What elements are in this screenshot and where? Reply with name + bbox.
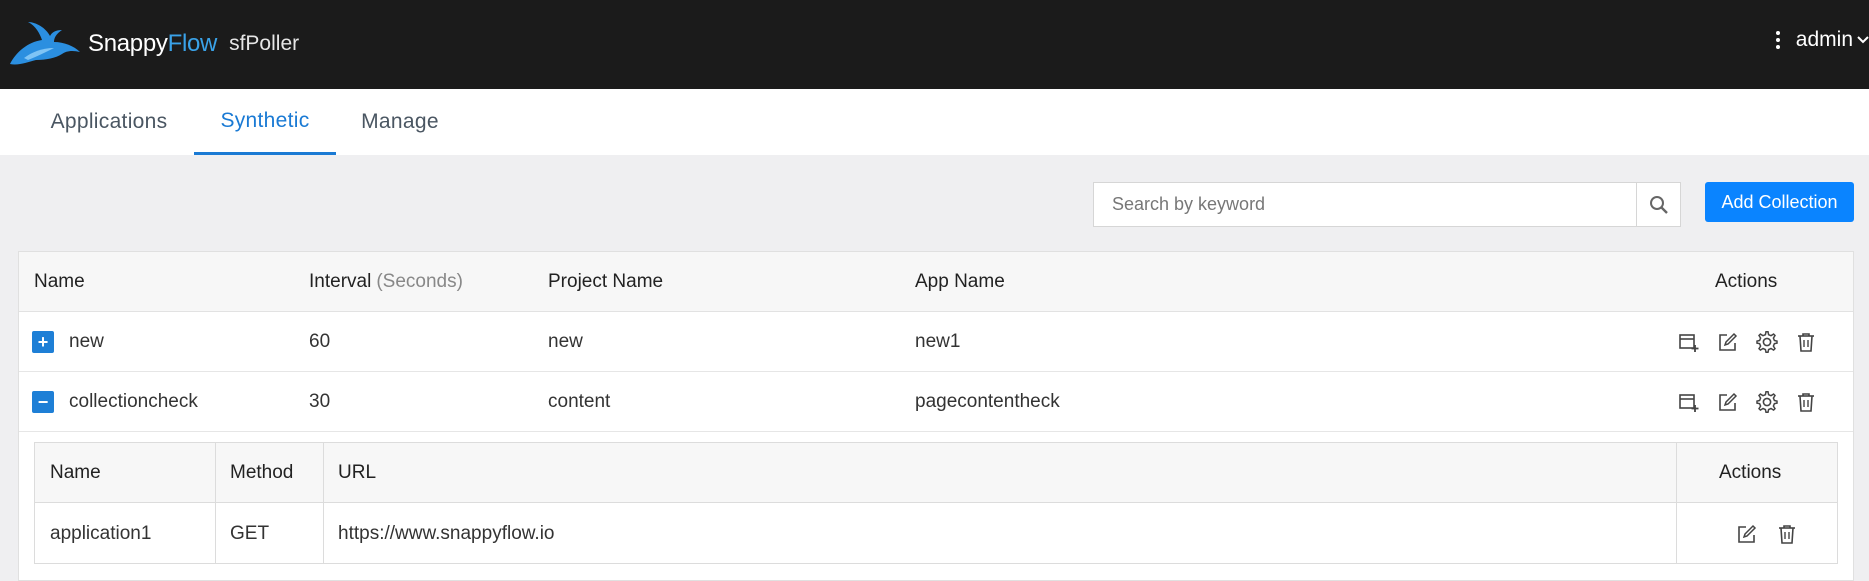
add-collection-button[interactable]: Add Collection [1705, 182, 1854, 222]
expand-button[interactable]: + [32, 331, 54, 353]
brand-name: SnappyFlow [88, 30, 217, 58]
table-header: Name Interval (Seconds) Project Name App … [19, 252, 1853, 312]
user-name[interactable]: admin [1796, 28, 1853, 52]
search-input[interactable] [1094, 183, 1636, 226]
header-project: Project Name [548, 271, 664, 292]
header-interval-unit: (Seconds) [376, 271, 463, 292]
sub-row-url: https://www.snappyflow.io [338, 523, 555, 544]
sub-row-actions [1735, 504, 1799, 564]
row-name: collectioncheck [69, 391, 198, 412]
collections-table: Name Interval (Seconds) Project Name App … [18, 251, 1854, 581]
sub-header-name: Name [50, 462, 101, 483]
chevron-down-icon[interactable] [1857, 35, 1869, 45]
edit-icon[interactable] [1716, 390, 1740, 414]
search-button[interactable] [1636, 183, 1680, 226]
product-name: sfPoller [229, 32, 300, 55]
edit-icon[interactable] [1735, 522, 1759, 546]
sub-header-actions: Actions [1719, 462, 1782, 483]
tab-bar: Applications Synthetic Manage [0, 89, 1869, 155]
table-row: + new 60 new new1 [19, 312, 1853, 372]
logo[interactable]: SnappyFlow sfPoller [6, 18, 299, 70]
header-interval-label: Interval [309, 271, 372, 292]
header-interval: Interval (Seconds) [309, 252, 463, 312]
header-actions: Actions [1715, 271, 1778, 292]
brand-flow: Flow [167, 30, 218, 57]
requests-subtable: Name Method URL Actions application1 GET… [34, 442, 1838, 564]
header-name: Name [34, 271, 85, 292]
table-row: − collectioncheck 30 content pagecontent… [19, 372, 1853, 432]
header-app: App Name [915, 271, 1005, 292]
collapse-button[interactable]: − [32, 391, 54, 413]
tab-manage[interactable]: Manage [358, 89, 442, 155]
search-icon [1649, 195, 1668, 214]
sub-row-name: application1 [50, 523, 152, 544]
sub-header-url: URL [338, 462, 377, 483]
edit-icon[interactable] [1716, 330, 1740, 354]
gear-icon[interactable] [1755, 390, 1779, 414]
sub-row-method: GET [230, 523, 270, 544]
row-app: pagecontentheck [915, 391, 1060, 412]
row-toggle-cell: + [32, 312, 54, 372]
search-box [1093, 182, 1681, 227]
row-interval: 60 [309, 331, 331, 352]
add-row-icon[interactable] [1677, 390, 1701, 414]
row-interval: 30 [309, 391, 331, 412]
kebab-icon[interactable] [1775, 31, 1780, 49]
row-actions [1677, 312, 1818, 372]
table-row: application1 GET https://www.snappyflow.… [35, 504, 1837, 564]
row-actions [1677, 372, 1818, 432]
top-bar: SnappyFlow sfPoller admin [0, 0, 1869, 89]
subtable-header: Name Method URL Actions [35, 443, 1837, 503]
trash-icon[interactable] [1775, 522, 1799, 546]
rabbit-logo-icon [10, 22, 80, 65]
row-toggle-cell: − [32, 372, 54, 432]
trash-icon[interactable] [1794, 390, 1818, 414]
gear-icon[interactable] [1755, 330, 1779, 354]
add-row-icon[interactable] [1677, 330, 1701, 354]
row-project: content [548, 391, 611, 412]
sub-header-method: Method [230, 462, 294, 483]
tab-synthetic[interactable]: Synthetic [194, 89, 336, 155]
row-name: new [69, 331, 104, 352]
row-project: new [548, 331, 583, 352]
user-menu[interactable]: admin [1775, 28, 1869, 52]
brand-snappy: Snappy [88, 30, 168, 57]
tab-applications[interactable]: Applications [44, 89, 174, 155]
row-app: new1 [915, 331, 961, 352]
trash-icon[interactable] [1794, 330, 1818, 354]
